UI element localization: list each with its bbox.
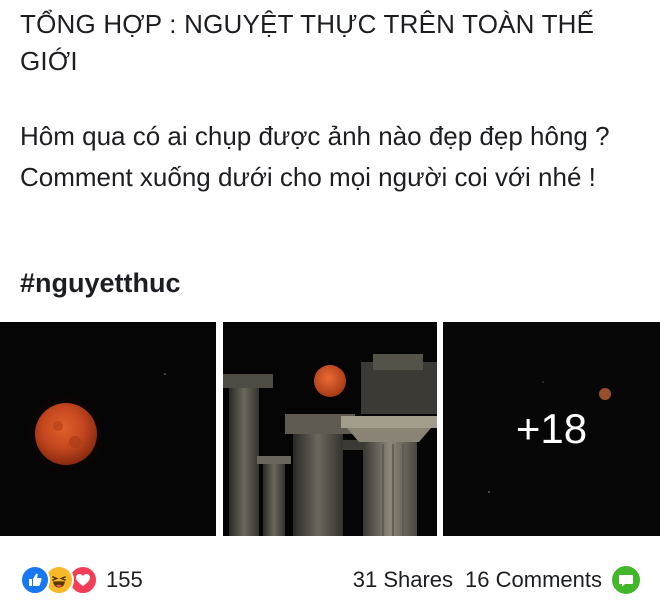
post-body-text: Hôm qua có ai chụp được ảnh nào đẹp đẹp … [20, 121, 610, 192]
post-footer: 155 31 Shares 16 Comments [0, 560, 660, 600]
blood-moon-image [0, 322, 216, 536]
photo-more[interactable]: +18 [443, 322, 660, 536]
more-photos-count: +18 [515, 405, 588, 452]
reactions-summary[interactable]: 155 [20, 564, 143, 596]
photo-temple-moon[interactable] [223, 322, 437, 536]
temple-moon-image [223, 322, 437, 536]
photo-blood-moon-1[interactable] [0, 322, 216, 536]
shares-count[interactable]: 31 Shares [353, 567, 453, 593]
comments-count[interactable]: 16 Comments [465, 567, 602, 593]
comment-bubble-icon[interactable] [612, 566, 640, 594]
reaction-count: 155 [106, 567, 143, 592]
engagement-counts: 31 Shares 16 Comments [353, 564, 640, 596]
more-photos-overlay[interactable]: +18 [443, 322, 660, 536]
post-title: TỔNG HỢP : NGUYỆT THỰC TRÊN TOÀN THẾ GIỚ… [20, 9, 595, 76]
like-icon [20, 565, 50, 595]
photo-grid: +18 [0, 322, 660, 536]
hashtag-link[interactable]: #nguyetthuc [20, 268, 181, 299]
